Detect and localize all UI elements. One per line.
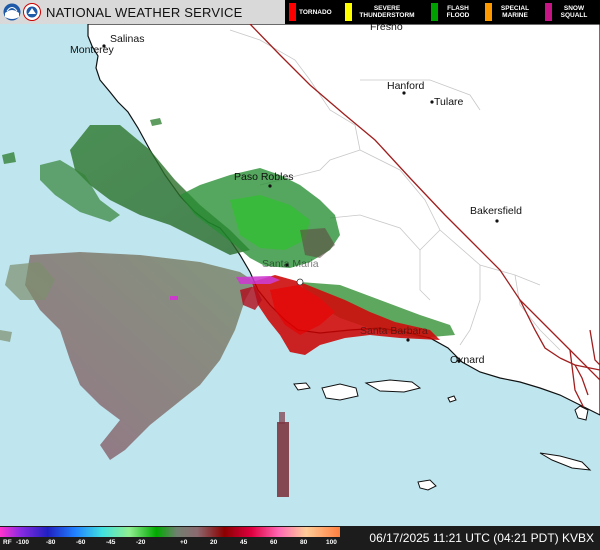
- legend-label: TORNADO: [299, 8, 332, 16]
- noaa-logo-icon: [3, 3, 21, 21]
- legend-swatch: [485, 3, 492, 21]
- city-label-paso-robles: Paso Robles: [234, 171, 294, 183]
- timestamp: 06/17/2025 11:21 UTC (04:21 PDT) KVBX: [369, 531, 594, 545]
- legend-item-flash-flood: FLASH FLOOD: [427, 0, 481, 24]
- scale-tick: -60: [76, 539, 86, 546]
- legend-label: SPECIAL MARINE: [500, 5, 530, 19]
- scale-tick: -20: [136, 539, 146, 546]
- agency-logos: [3, 3, 41, 21]
- page-title: NATIONAL WEATHER SERVICE: [46, 4, 243, 20]
- city-label-monterey: Monterey: [70, 44, 114, 56]
- scale-tick: 80: [300, 539, 308, 546]
- legend-swatch: [345, 3, 352, 21]
- city-label-hanford: Hanford: [387, 80, 425, 92]
- nws-logo-icon: [23, 3, 41, 21]
- reflectivity-scale: RF -100 -80 -60 -45 -20 +0 20 45 60 80 1…: [0, 526, 340, 550]
- scale-tick: 20: [210, 539, 218, 546]
- city-label-bakersfield: Bakersfield: [470, 205, 522, 217]
- legend-swatch: [289, 3, 296, 21]
- legend-label: SNOW SQUALL: [560, 5, 588, 19]
- bottom-bar: RF -100 -80 -60 -45 -20 +0 20 45 60 80 1…: [0, 526, 600, 550]
- city-label-santa-maria: Santa Maria: [262, 258, 319, 270]
- scale-tick: -100: [16, 539, 30, 546]
- city-label-oxnard: Oxnard: [450, 354, 485, 366]
- legend-swatch: [431, 3, 438, 21]
- radar-map: [0, 0, 600, 550]
- city-label-tulare: Tulare: [434, 96, 464, 108]
- scale-tick: +0: [180, 539, 188, 546]
- legend-item-tornado: TORNADO: [285, 0, 341, 24]
- scale-tick: 45: [240, 539, 248, 546]
- legend-label: FLASH FLOOD: [446, 5, 470, 19]
- scale-tick: 100: [326, 539, 337, 546]
- scale-unit-label: RF: [3, 539, 12, 546]
- legend-item-snow-squall: SNOW SQUALL: [541, 0, 600, 24]
- city-label-salinas: Salinas: [110, 33, 145, 45]
- radar-site-marker: [296, 278, 304, 286]
- city-label-santa-barbara: Santa Barbara: [360, 325, 428, 337]
- legend-swatch: [545, 3, 552, 21]
- legend-item-special-marine: SPECIAL MARINE: [481, 0, 541, 24]
- scale-tick: -45: [106, 539, 116, 546]
- scale-tick: 60: [270, 539, 278, 546]
- color-scale-bar: [0, 527, 340, 537]
- warning-legend: TORNADO SEVERE THUNDERSTORM FLASH FLOOD …: [285, 0, 600, 24]
- scale-tick: -80: [46, 539, 56, 546]
- legend-label: SEVERE THUNDERSTORM: [359, 5, 415, 19]
- legend-item-severe-thunderstorm: SEVERE THUNDERSTORM: [341, 0, 427, 24]
